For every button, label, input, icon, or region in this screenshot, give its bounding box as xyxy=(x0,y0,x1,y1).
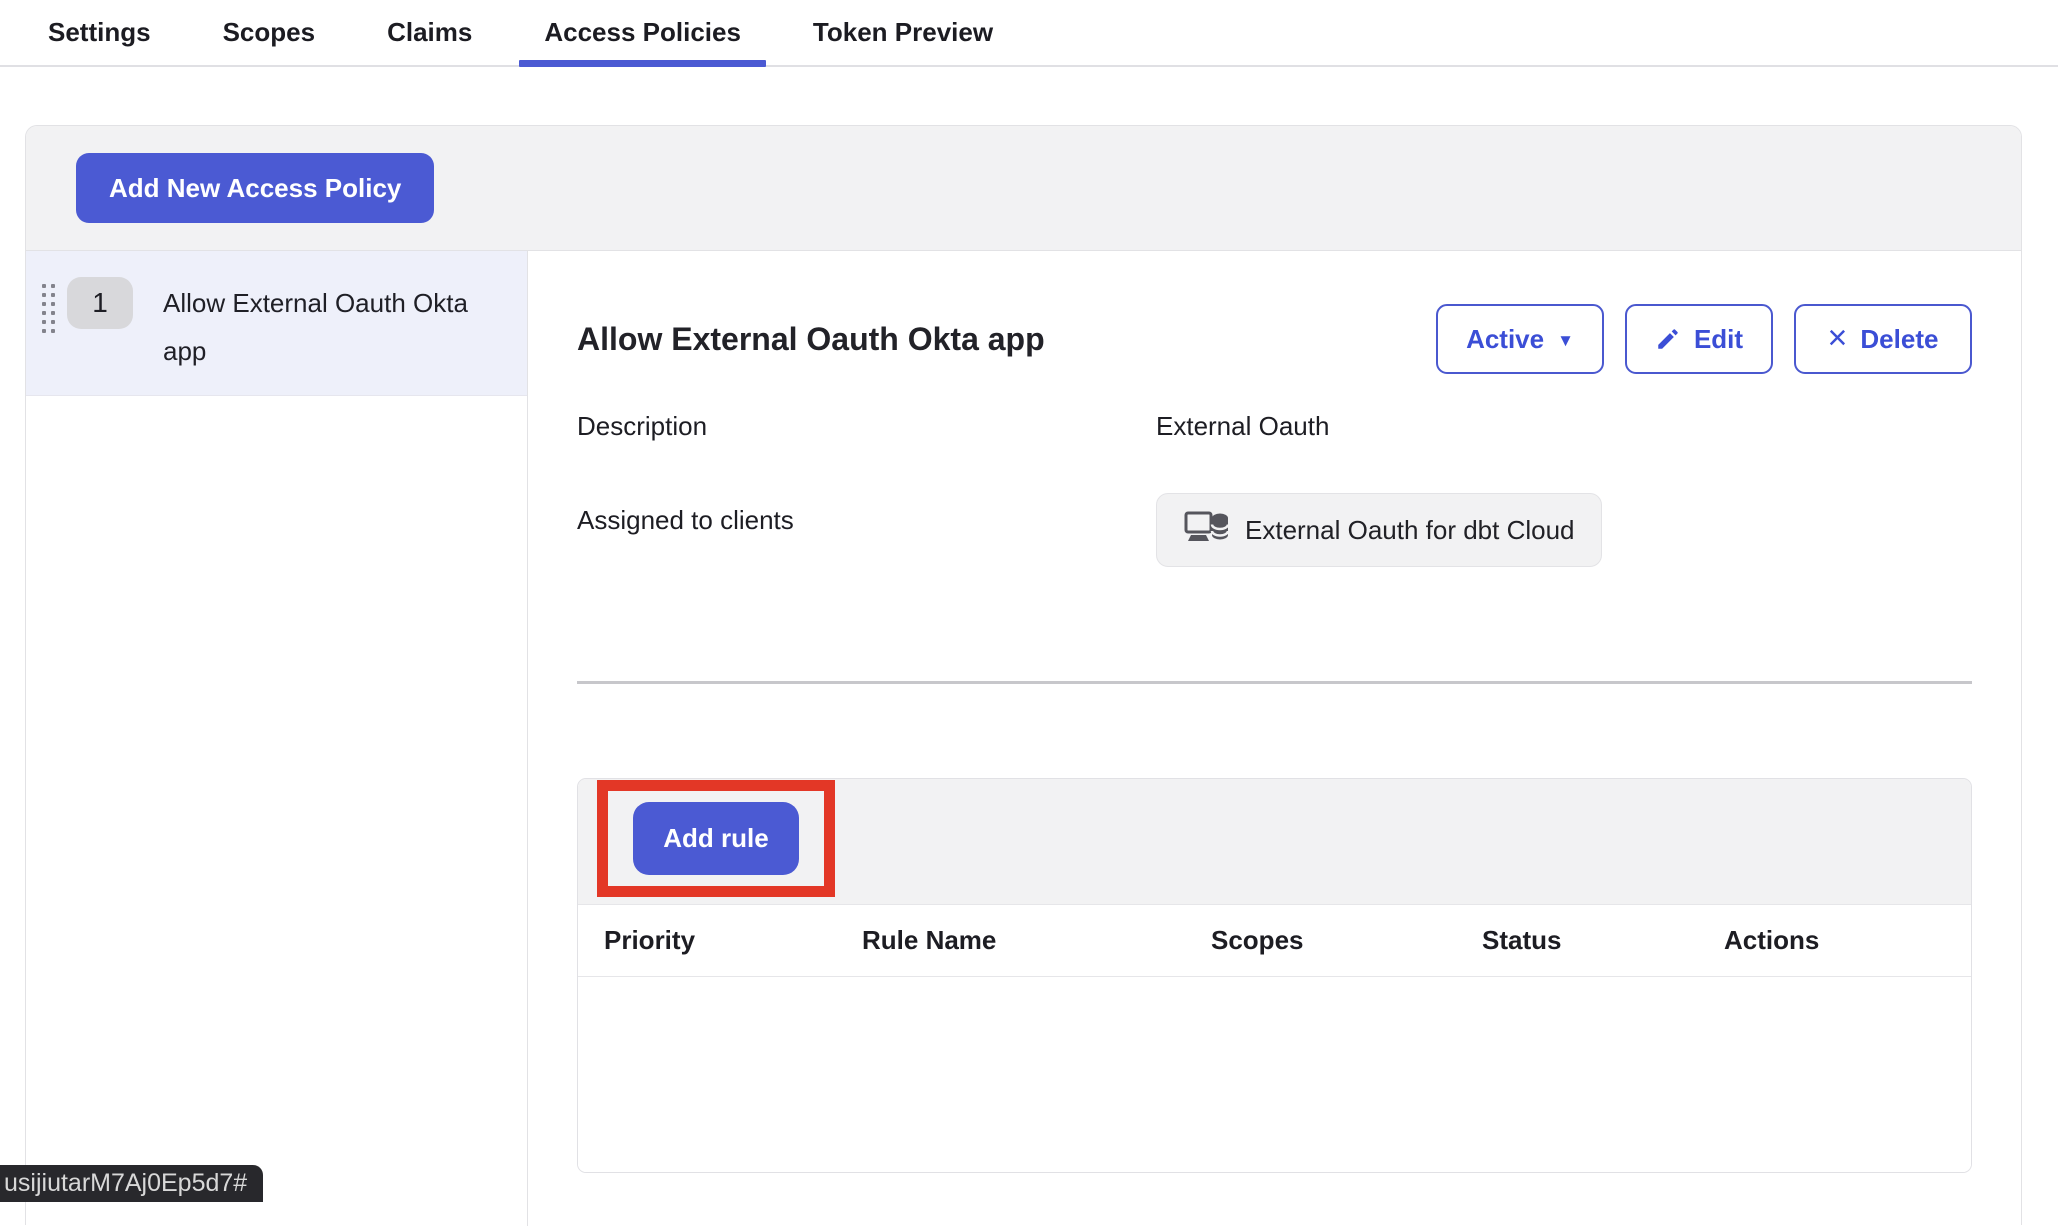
description-label: Description xyxy=(577,411,1156,442)
client-app-icon xyxy=(1183,509,1229,551)
chevron-down-icon: ▼ xyxy=(1557,332,1574,349)
column-header-status: Status xyxy=(1482,925,1724,956)
column-header-rule-name: Rule Name xyxy=(862,925,1211,956)
rules-table-container: Add rule Priority Rule Name Scopes Statu… xyxy=(577,778,1972,1173)
tab-scopes[interactable]: Scopes xyxy=(198,0,341,65)
tab-token-preview[interactable]: Token Preview xyxy=(788,0,1018,65)
add-new-access-policy-button[interactable]: Add New Access Policy xyxy=(76,153,434,223)
edit-button-label: Edit xyxy=(1694,324,1743,355)
delete-button[interactable]: × Delete xyxy=(1794,304,1972,374)
tab-settings[interactable]: Settings xyxy=(23,0,176,65)
assigned-clients-label: Assigned to clients xyxy=(577,493,1156,536)
card-header: Add New Access Policy xyxy=(26,126,2021,251)
tab-access-policies[interactable]: Access Policies xyxy=(519,0,766,65)
policy-actions: Active ▼ Edit × Delete xyxy=(1436,304,1972,374)
drag-handle-icon[interactable] xyxy=(42,284,55,375)
assigned-clients-row: Assigned to clients External Oauth for d… xyxy=(577,493,1972,567)
client-chip[interactable]: External Oauth for dbt Cloud xyxy=(1156,493,1602,567)
link-status-tooltip: usijiutarM7Aj0Ep5d7# xyxy=(0,1165,263,1202)
close-icon: × xyxy=(1828,321,1848,355)
delete-button-label: Delete xyxy=(1860,324,1938,355)
policy-list-item[interactable]: 1 Allow External Oauth Okta app xyxy=(26,251,527,396)
pencil-icon xyxy=(1655,326,1681,352)
policy-list-sidebar: 1 Allow External Oauth Okta app xyxy=(26,251,528,1226)
section-divider xyxy=(577,681,1972,684)
edit-button[interactable]: Edit xyxy=(1625,304,1773,374)
detail-header: Allow External Oauth Okta app Active ▼ E… xyxy=(577,303,1972,375)
rules-table-header: Priority Rule Name Scopes Status Actions xyxy=(578,905,1971,977)
column-header-actions: Actions xyxy=(1724,925,1971,956)
rules-toolbar: Add rule xyxy=(578,779,1971,905)
column-header-priority: Priority xyxy=(578,925,862,956)
rules-table-empty-body xyxy=(578,977,1971,1172)
tab-bar: Settings Scopes Claims Access Policies T… xyxy=(0,0,2058,67)
column-header-scopes: Scopes xyxy=(1211,925,1482,956)
description-value: External Oauth xyxy=(1156,411,1329,442)
active-status-label: Active xyxy=(1466,324,1544,355)
active-status-dropdown[interactable]: Active ▼ xyxy=(1436,304,1604,374)
policy-item-name: Allow External Oauth Okta app xyxy=(163,279,511,375)
policy-priority-badge: 1 xyxy=(67,277,133,329)
tab-claims[interactable]: Claims xyxy=(362,0,497,65)
description-row: Description External Oauth xyxy=(577,411,1972,441)
policy-detail-panel: Allow External Oauth Okta app Active ▼ E… xyxy=(528,251,2021,1226)
policy-title: Allow External Oauth Okta app xyxy=(577,321,1045,358)
access-policies-card: Add New Access Policy 1 Allow External O… xyxy=(25,125,2022,1225)
card-body: 1 Allow External Oauth Okta app Allow Ex… xyxy=(26,251,2021,1226)
annotation-highlight-box: Add rule xyxy=(597,780,835,897)
client-chip-label: External Oauth for dbt Cloud xyxy=(1245,515,1575,546)
add-rule-button[interactable]: Add rule xyxy=(633,802,799,875)
